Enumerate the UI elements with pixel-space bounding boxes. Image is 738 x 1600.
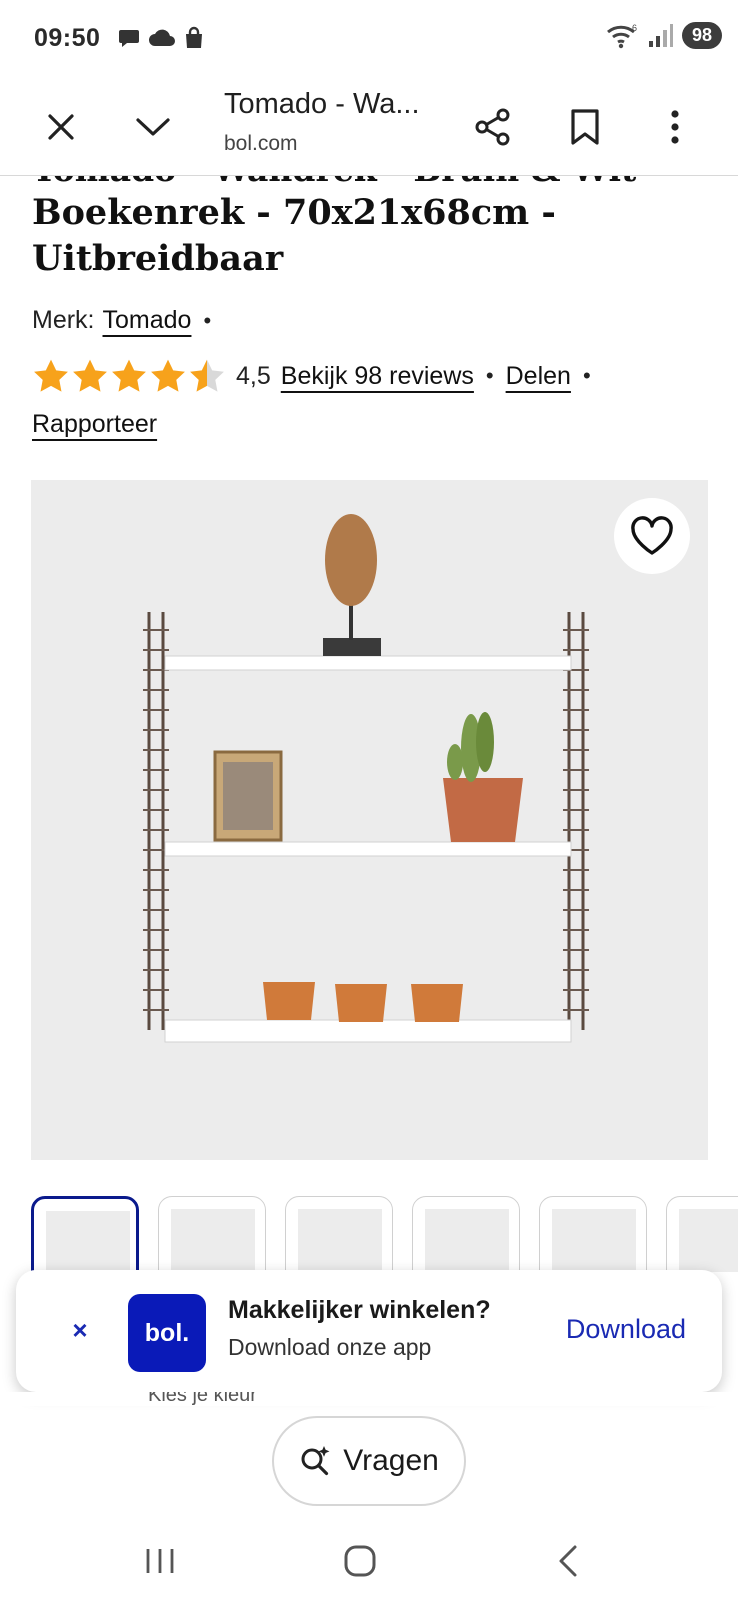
banner-subtitle: Download onze app: [228, 1334, 432, 1360]
back-button[interactable]: [538, 1536, 598, 1586]
star-rating: [32, 358, 226, 394]
back-icon: [559, 1545, 577, 1577]
thumbnail-3[interactable]: [285, 1196, 393, 1272]
ask-questions-button[interactable]: Vragen: [272, 1416, 466, 1506]
thumbnail-strip: [31, 1196, 738, 1272]
banner-close-button[interactable]: ×: [60, 1310, 100, 1350]
thumbnail-1[interactable]: [31, 1196, 139, 1272]
ask-questions-label: Vragen: [343, 1444, 439, 1477]
thumbnail-6[interactable]: [666, 1196, 738, 1272]
recent-apps-icon: [146, 1549, 174, 1573]
bol-logo: bol.: [128, 1294, 206, 1372]
brand-link[interactable]: Tomado: [103, 306, 192, 335]
thumbnail-2[interactable]: [158, 1196, 266, 1272]
rating-line: 4,5 Bekijk 98 reviews • Delen •: [32, 358, 603, 394]
status-time: 09:50: [34, 24, 101, 52]
report-link[interactable]: Rapporteer: [32, 410, 157, 439]
system-navigation-bar: [0, 1522, 738, 1600]
chat-icon: [119, 30, 139, 47]
bookmark-button[interactable]: [558, 100, 612, 154]
cloud-icon: [149, 29, 175, 46]
star-icon: [151, 359, 185, 392]
brand-line: Merk: Tomado •: [32, 306, 223, 335]
download-app-button[interactable]: Download: [566, 1314, 686, 1345]
separator-dot: •: [582, 363, 591, 388]
close-icon: [48, 114, 74, 140]
recent-apps-button[interactable]: [130, 1536, 190, 1586]
favorite-button[interactable]: [614, 498, 690, 574]
status-icons-right: 6 98: [606, 22, 722, 49]
home-button[interactable]: [330, 1536, 390, 1586]
heart-icon: [631, 516, 673, 555]
half-star-icon: [190, 359, 224, 392]
chevron-down-icon: [136, 118, 170, 136]
reviews-link[interactable]: Bekijk 98 reviews: [281, 362, 474, 391]
app-download-banner: × bol. Makkelijker winkelen? Download on…: [16, 1270, 722, 1392]
product-photo: [31, 480, 708, 1160]
status-icons-left: [118, 26, 206, 50]
home-icon: [344, 1545, 376, 1577]
more-options-button[interactable]: [648, 100, 702, 154]
battery-indicator: 98: [681, 22, 722, 49]
signal-icon: [648, 23, 673, 47]
product-image[interactable]: [31, 480, 708, 1160]
svg-text:6: 6: [632, 23, 637, 33]
ai-search-icon: [301, 1446, 330, 1476]
separator-dot: •: [203, 307, 212, 333]
thumbnail-5[interactable]: [539, 1196, 647, 1272]
star-icon: [34, 359, 68, 392]
page-title[interactable]: Tomado - Wa...: [224, 88, 434, 121]
share-button[interactable]: [466, 100, 520, 154]
shopping-bag-icon: [186, 26, 202, 48]
minimize-button[interactable]: [126, 100, 180, 154]
thumbnail-4[interactable]: [412, 1196, 520, 1272]
status-bar: 09:50 6 98: [0, 0, 738, 78]
color-picker-peek: Kies je kleur: [0, 1392, 738, 1406]
report-line: Rapporteer: [32, 410, 157, 439]
more-vert-icon: [671, 110, 679, 144]
star-icon: [112, 359, 146, 392]
close-tab-button[interactable]: [34, 100, 88, 154]
brand-label: Merk:: [32, 306, 95, 334]
browser-toolbar: Tomado - Wa... bol.com: [0, 78, 738, 176]
product-title: Boekenrek - 70x21x68cm - Uitbreidbaar: [32, 192, 556, 279]
share-icon: [475, 108, 510, 146]
share-link[interactable]: Delen: [506, 362, 571, 391]
rating-value: 4,5: [236, 361, 271, 390]
wifi-icon: 6: [606, 23, 637, 48]
color-picker-label: Kies je kleur: [148, 1392, 257, 1406]
star-icon: [73, 359, 107, 392]
banner-title: Makkelijker winkelen?: [228, 1296, 491, 1324]
page-domain: bol.com: [224, 132, 298, 155]
bookmark-icon: [571, 109, 599, 145]
separator-dot: •: [485, 363, 494, 388]
